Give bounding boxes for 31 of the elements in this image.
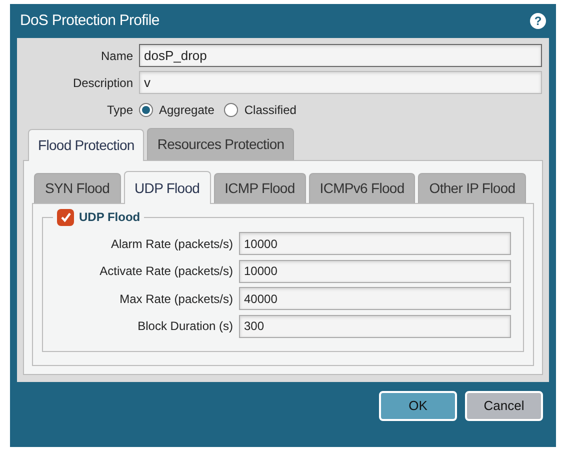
radio-option[interactable]: Aggregate xyxy=(139,100,214,118)
tab[interactable]: UDP Flood xyxy=(124,171,211,204)
checkmark-icon xyxy=(60,211,72,223)
field-label: Type xyxy=(106,102,134,118)
tab[interactable]: ICMP Flood xyxy=(214,173,306,203)
field-label: Name xyxy=(100,48,134,64)
tab[interactable]: Flood Protection xyxy=(28,129,144,161)
radio-button[interactable] xyxy=(224,102,238,116)
radio-button[interactable] xyxy=(139,102,153,116)
group-title: UDP Flood xyxy=(79,209,140,226)
tab[interactable]: ICMPv6 Flood xyxy=(308,173,416,203)
window-title: DoS Protection Profile xyxy=(20,10,160,31)
ok-button[interactable]: OK xyxy=(379,391,457,421)
number-field[interactable]: 10000 xyxy=(239,260,511,283)
field-label: Alarm Rate (packets/s) xyxy=(110,236,234,253)
field-label: Description xyxy=(72,74,134,92)
radio-option[interactable]: Classified xyxy=(224,100,296,118)
number-field[interactable]: 40000 xyxy=(239,287,511,310)
text-field[interactable]: v xyxy=(139,71,542,94)
cancel-button[interactable]: Cancel xyxy=(465,391,543,421)
tab[interactable]: Other IP Flood xyxy=(418,173,526,203)
tab[interactable]: SYN Flood xyxy=(34,173,121,203)
number-field[interactable]: 300 xyxy=(239,314,511,338)
number-field[interactable]: 10000 xyxy=(239,232,511,256)
help-button[interactable]: ? xyxy=(530,13,546,29)
field-label: Max Rate (packets/s) xyxy=(118,290,234,308)
field-label: Activate Rate (packets/s) xyxy=(98,263,234,280)
text-field[interactable]: dosP_drop xyxy=(139,44,542,67)
checkbox[interactable] xyxy=(57,208,74,226)
field-label: Block Duration (s) xyxy=(136,318,234,336)
tab[interactable]: Resources Protection xyxy=(147,128,294,160)
